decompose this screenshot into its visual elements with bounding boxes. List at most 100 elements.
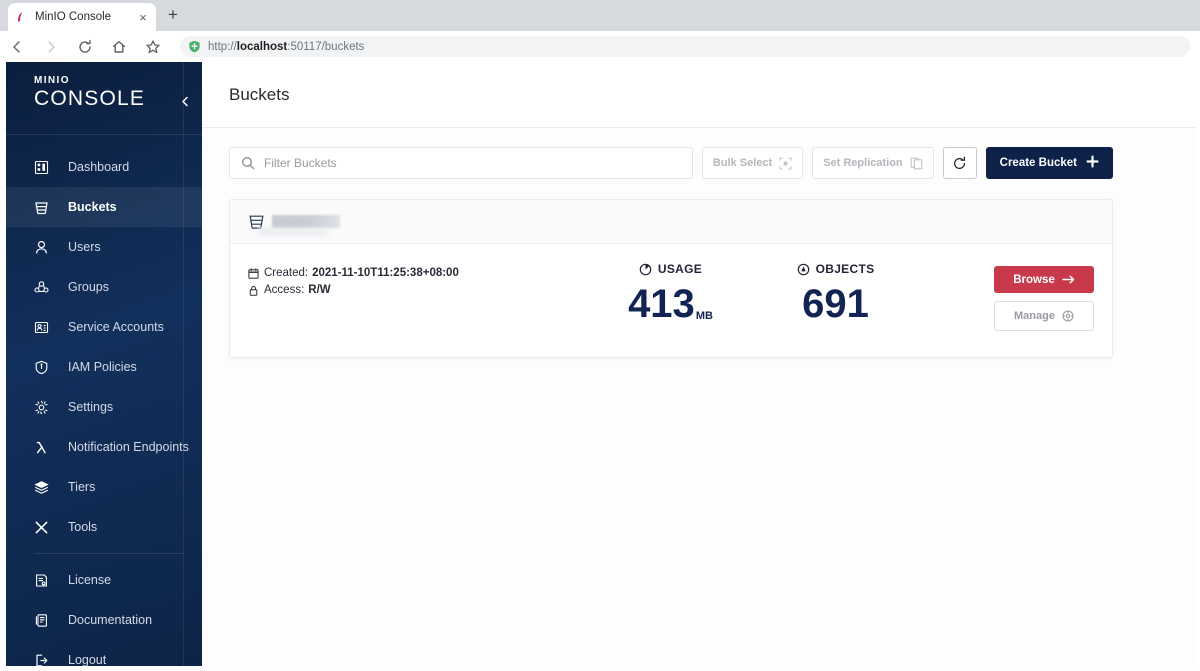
sidebar-item-label: Tiers: [68, 480, 96, 494]
sidebar: MINIO CONSOLE Dashboard Buckets Users Gr…: [6, 62, 202, 666]
service-accounts-icon: [34, 320, 56, 335]
sidebar-item-dashboard[interactable]: Dashboard: [6, 147, 202, 187]
home-icon[interactable]: [102, 31, 136, 62]
sidebar-divider: [6, 134, 202, 135]
groups-icon: [34, 280, 56, 295]
main-content: Buckets Filter Buckets Bulk Select Set R…: [202, 62, 1196, 666]
sidebar-item-label: IAM Policies: [68, 360, 137, 374]
page-title: Buckets: [229, 84, 290, 104]
sidebar-item-label: Documentation: [68, 613, 153, 627]
set-replication-label: Set Replication: [823, 157, 903, 169]
search-input[interactable]: [264, 156, 681, 170]
sidebar-item-groups[interactable]: Groups: [6, 267, 202, 307]
new-tab-button[interactable]: +: [168, 6, 178, 23]
sidebar-item-tools[interactable]: Tools: [6, 507, 202, 547]
objects-stat: OBJECTS 691: [753, 262, 918, 324]
lambda-icon: [34, 440, 56, 455]
minio-favicon-icon: [14, 10, 28, 24]
minio-console-app: MINIO CONSOLE Dashboard Buckets Users Gr…: [6, 62, 1196, 666]
close-icon[interactable]: ×: [136, 11, 150, 24]
manage-button[interactable]: Manage: [994, 301, 1094, 331]
sidebar-item-tiers[interactable]: Tiers: [6, 467, 202, 507]
browse-button[interactable]: Browse: [994, 266, 1094, 293]
lock-icon: [248, 285, 264, 296]
star-icon[interactable]: [136, 31, 170, 62]
bucket-name-redacted: [272, 215, 340, 228]
logout-icon: [34, 653, 56, 667]
sidebar-item-service-accounts[interactable]: Service Accounts: [6, 307, 202, 347]
calendar-icon: [248, 267, 264, 279]
sidebar-item-documentation[interactable]: Documentation: [6, 600, 202, 640]
sidebar-item-users[interactable]: Users: [6, 227, 202, 267]
page-header: Buckets: [202, 62, 1196, 128]
created-label: Created:: [264, 267, 309, 279]
sidebar-item-settings[interactable]: Settings: [6, 387, 202, 427]
dashboard-icon: [34, 160, 56, 175]
manage-label: Manage: [1014, 310, 1055, 322]
browser-tabstrip: MinIO Console × +: [0, 0, 1200, 31]
book-icon: [34, 613, 56, 628]
user-icon: [34, 240, 56, 255]
reload-icon[interactable]: [68, 31, 102, 62]
logo-minio-text: MINIO: [34, 75, 70, 86]
sidebar-item-label: Users: [68, 240, 101, 254]
sidebar-item-label: Groups: [68, 280, 109, 294]
usage-value: 413: [628, 282, 695, 326]
layers-icon: [34, 480, 56, 495]
chevron-left-icon[interactable]: [176, 92, 194, 110]
bucket-created-row: Created: 2021-11-10T11:25:38+08:00: [248, 267, 588, 279]
sidebar-divider: [34, 553, 184, 554]
browser-tab[interactable]: MinIO Console ×: [8, 3, 156, 31]
gear-icon: [34, 400, 56, 415]
plus-icon: [1086, 155, 1099, 171]
usage-value-wrap: 413 MB: [588, 284, 753, 324]
bucket-actions: Browse Manage: [994, 262, 1094, 331]
set-replication-button[interactable]: Set Replication: [812, 147, 934, 179]
sidebar-item-label: Dashboard: [68, 160, 130, 174]
sidebar-item-iam-policies[interactable]: IAM Policies: [6, 347, 202, 387]
sidebar-item-label: License: [68, 573, 112, 587]
browser-window: MinIO Console × + http://localhost:50117…: [0, 0, 1200, 671]
bucket-card-body: Created: 2021-11-10T11:25:38+08:00 Acces…: [230, 244, 1112, 357]
objects-value-wrap: 691: [753, 284, 918, 324]
create-bucket-button[interactable]: Create Bucket: [985, 147, 1113, 179]
shield-icon: [34, 360, 56, 375]
browse-label: Browse: [1013, 273, 1055, 286]
address-bar-url: http://localhost:50117/buckets: [208, 40, 365, 53]
sidebar-item-label: Settings: [68, 400, 114, 414]
back-arrow-icon[interactable]: [0, 31, 34, 62]
sidebar-item-notification-endpoints[interactable]: Notification Endpoints: [6, 427, 202, 467]
sidebar-item-label: Notification Endpoints: [68, 440, 189, 454]
objects-icon: [797, 263, 810, 276]
objects-header: OBJECTS: [753, 262, 918, 276]
forward-arrow-icon: [34, 31, 68, 62]
settings-circle-icon: [1062, 310, 1074, 322]
sidebar-item-label: Logout: [68, 653, 107, 666]
refresh-icon: [952, 156, 967, 171]
bulk-select-label: Bulk Select: [712, 157, 773, 169]
bucket-card[interactable]: Created: 2021-11-10T11:25:38+08:00 Acces…: [229, 199, 1113, 358]
tab-title: MinIO Console: [35, 11, 112, 23]
license-icon: [34, 573, 56, 588]
usage-label: USAGE: [657, 262, 703, 276]
select-all-icon: [779, 156, 792, 170]
access-value: R/W: [308, 284, 331, 296]
usage-unit: MB: [695, 310, 713, 322]
objects-label: OBJECTS: [815, 262, 875, 276]
bucket-icon: [34, 200, 56, 215]
bulk-select-button[interactable]: Bulk Select: [701, 147, 804, 179]
objects-value: 691: [802, 282, 869, 326]
sidebar-item-logout[interactable]: Logout: [6, 640, 202, 666]
arrow-right-icon: [1062, 274, 1075, 285]
sidebar-item-buckets[interactable]: Buckets: [6, 187, 202, 227]
pie-chart-icon: [639, 263, 652, 276]
sidebar-item-license[interactable]: License: [6, 560, 202, 600]
sidebar-item-label: Tools: [68, 520, 98, 534]
bucket-access-row: Access: R/W: [248, 284, 588, 296]
address-bar[interactable]: http://localhost:50117/buckets: [180, 36, 1190, 57]
filter-buckets-field[interactable]: [229, 147, 693, 179]
refresh-button[interactable]: [942, 147, 977, 179]
sidebar-menu: Dashboard Buckets Users Groups Service A…: [6, 147, 202, 666]
sidebar-logo[interactable]: MINIO CONSOLE: [6, 62, 202, 130]
bucket-meta: Created: 2021-11-10T11:25:38+08:00 Acces…: [248, 262, 588, 301]
